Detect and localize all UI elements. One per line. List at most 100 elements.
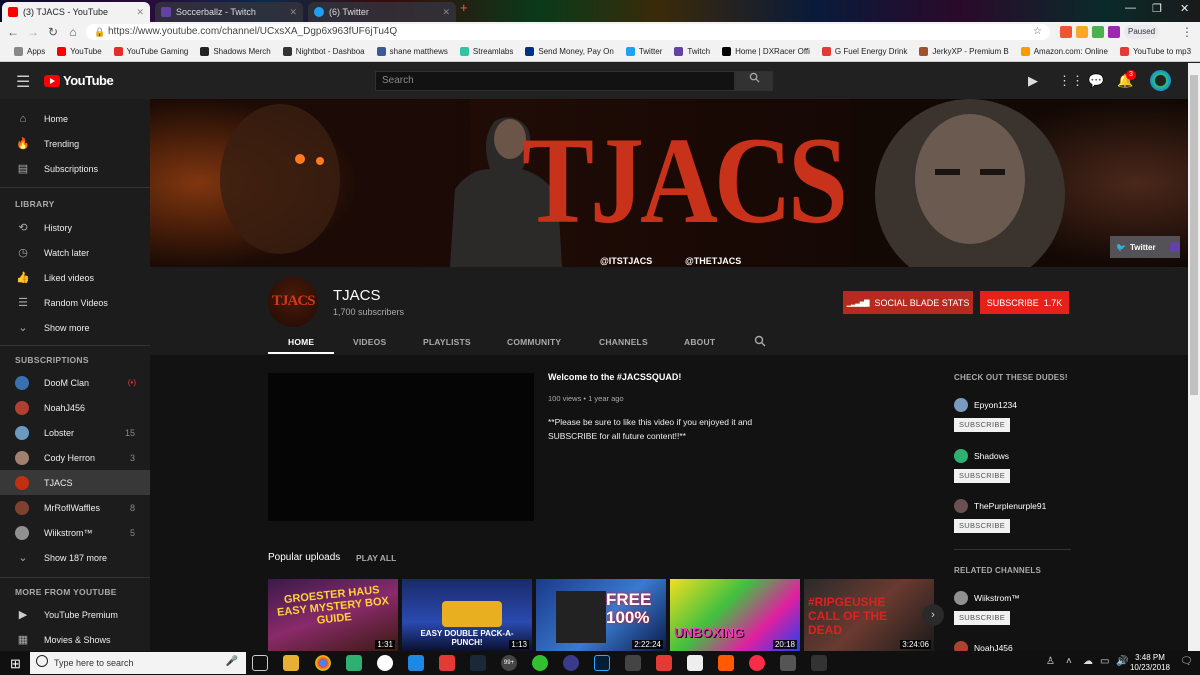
maximize-icon[interactable]: ❐ <box>1152 2 1162 15</box>
twitch-icon[interactable] <box>1169 242 1180 252</box>
close-icon[interactable]: ✕ <box>442 7 450 18</box>
app-icon[interactable] <box>625 655 641 671</box>
bookmark-item[interactable]: Twitch <box>668 47 716 56</box>
app-icon[interactable] <box>687 655 703 671</box>
subscribe-button[interactable]: SUBSCRIBE <box>954 418 1010 432</box>
mail-icon[interactable] <box>408 655 424 671</box>
video-thumbnail[interactable]: UNBOXING 20:18 <box>670 579 800 651</box>
tab-playlists[interactable]: PLAYLISTS <box>423 337 471 347</box>
microphone-icon[interactable]: 🎤 <box>226 656 238 667</box>
bookmark-item[interactable]: Nightbot - Dashboa <box>277 47 371 56</box>
url-field[interactable]: 🔒 https://www.youtube.com/channel/UCxsXA… <box>86 24 1050 40</box>
featured-video-player[interactable] <box>268 373 534 521</box>
video-thumbnail[interactable]: EASY DOUBLE PACK-A-PUNCH! 1:13 <box>402 579 532 651</box>
tab-youtube[interactable]: (3) TJACS - YouTube ✕ <box>2 2 150 22</box>
channel-name[interactable]: Shadows <box>974 451 1009 461</box>
chevron-up-icon[interactable]: ˄ <box>1066 656 1072 667</box>
channel-search-icon[interactable] <box>754 335 766 347</box>
sidebar-subscription-item[interactable]: Cody Herron 3 <box>0 445 150 470</box>
volume-icon[interactable]: 🔊 <box>1116 656 1128 667</box>
extension-icon[interactable] <box>1092 26 1104 38</box>
bookmark-item[interactable]: JerkyXP - Premium B <box>913 47 1014 56</box>
sidebar-item-watch-later[interactable]: ◷ Watch later <box>0 240 150 265</box>
sidebar-subscription-item[interactable]: TJACS <box>0 470 150 495</box>
menu-icon[interactable]: ⋮ <box>1180 25 1194 39</box>
social-blade-button[interactable]: ▁▂▃▅▇ SOCIAL BLADE STATS <box>843 291 973 314</box>
app-icon[interactable] <box>718 655 734 671</box>
task-view-icon[interactable] <box>252 655 268 671</box>
tab-twitch[interactable]: Soccerballz - Twitch ✕ <box>155 2 303 22</box>
bookmark-item[interactable]: G Fuel Energy Drink <box>816 47 913 56</box>
sidebar-item-movies[interactable]: ▦ Movies & Shows <box>0 627 150 651</box>
hamburger-menu-icon[interactable]: ☰ <box>16 72 30 92</box>
carousel-next-button[interactable]: › <box>922 604 944 626</box>
sidebar-subscription-item[interactable]: DooM Clan (•) <box>0 370 150 395</box>
epic-games-icon[interactable] <box>811 655 827 671</box>
tab-home[interactable]: HOME <box>288 337 314 347</box>
upload-video-icon[interactable]: ▶ <box>1028 73 1038 89</box>
avatar[interactable] <box>954 591 968 605</box>
video-thumbnail[interactable]: FREE 100% 2:22:24 <box>536 579 666 651</box>
tab-community[interactable]: COMMUNITY <box>507 337 561 347</box>
profile-status[interactable]: Paused <box>1124 25 1160 39</box>
search-input[interactable]: Search <box>375 71 735 91</box>
video-thumbnail[interactable]: GROESTER HAUS EASY MYSTERY BOX GUIDE 1:3… <box>268 579 398 651</box>
avatar[interactable] <box>954 499 968 513</box>
sidebar-subscription-item[interactable]: NoahJ456 <box>0 395 150 420</box>
close-icon[interactable]: ✕ <box>136 7 144 18</box>
play-all-button[interactable]: PLAY ALL <box>356 553 396 563</box>
bookmark-item[interactable]: YouTube to mp3 <box>1114 47 1197 56</box>
windows-start-icon[interactable]: ⊞ <box>10 656 21 672</box>
notification-count-icon[interactable]: 99+ <box>501 655 517 671</box>
bookmark-item[interactable]: Shadows Merch <box>194 47 276 56</box>
sidebar-subscription-item[interactable]: Wiikstrom™ 5 <box>0 520 150 545</box>
subscribe-button[interactable]: SUBSCRIBE <box>954 611 1010 625</box>
apps-grid-icon[interactable]: ⋮⋮ <box>1058 73 1084 89</box>
obs-icon[interactable] <box>377 655 393 671</box>
sidebar-item-random-videos[interactable]: ☰ Random Videos <box>0 290 150 315</box>
sidebar-subscription-item[interactable]: Lobster 15 <box>0 420 150 445</box>
subscribe-button[interactable]: SUBSCRIBE 1.7K <box>980 291 1069 314</box>
sidebar-item-history[interactable]: ⟲ History <box>0 215 150 240</box>
bookmark-item[interactable]: shane matthews <box>371 47 454 56</box>
search-button[interactable] <box>735 71 773 91</box>
tab-videos[interactable]: VIDEOS <box>353 337 386 347</box>
youtube-logo[interactable]: YouTube <box>44 73 114 88</box>
sidebar-subscription-item[interactable]: MrRoflWaffles 8 <box>0 495 150 520</box>
avatar[interactable] <box>954 398 968 412</box>
channel-avatar[interactable]: TJACS <box>268 277 318 327</box>
channel-name[interactable]: Wiikstrom™ <box>974 593 1020 603</box>
subscribe-button[interactable]: SUBSCRIBE <box>954 519 1010 533</box>
sidebar-item-youtube-premium[interactable]: ▶ YouTube Premium <box>0 602 150 627</box>
extension-icon[interactable] <box>1108 26 1120 38</box>
bookmark-item[interactable]: Twitter <box>620 47 669 56</box>
sidebar-item-subscriptions[interactable]: ▤ Subscriptions <box>0 156 150 181</box>
home-icon[interactable]: ⌂ <box>66 25 80 39</box>
app-icon[interactable] <box>780 655 796 671</box>
tab-channels[interactable]: CHANNELS <box>599 337 648 347</box>
taskbar-search-input[interactable]: Type here to search 🎤 <box>30 652 246 674</box>
reload-icon[interactable]: ↻ <box>46 25 60 39</box>
avatar[interactable] <box>954 449 968 463</box>
app-icon[interactable] <box>346 655 362 671</box>
itunes-icon[interactable] <box>749 655 765 671</box>
taskbar-clock[interactable]: 3:48 PM 10/23/2018 <box>1128 653 1172 673</box>
sidebar-item-liked-videos[interactable]: 👍 Liked videos <box>0 265 150 290</box>
twitter-link[interactable]: 🐦 Twitter <box>1110 236 1180 258</box>
video-thumbnail[interactable]: #RIPGEUSHE CALL OF THE DEAD 3:24:06 <box>804 579 934 651</box>
channel-name[interactable]: ThePurplenurple91 <box>974 501 1046 511</box>
bookmark-item[interactable]: YouTube Gaming <box>108 47 195 56</box>
bookmark-item[interactable]: Apps <box>8 47 51 56</box>
new-tab-button[interactable]: + <box>460 0 468 15</box>
minimize-icon[interactable]: — <box>1125 2 1136 14</box>
forward-icon[interactable]: → <box>26 25 40 39</box>
popular-uploads-heading[interactable]: Popular uploads <box>268 552 340 563</box>
bookmark-item[interactable]: YouTube <box>51 47 107 56</box>
close-icon[interactable]: ✕ <box>289 7 297 18</box>
extension-icon[interactable] <box>1076 26 1088 38</box>
steam-icon[interactable] <box>470 655 486 671</box>
window-close-icon[interactable]: ✕ <box>1180 2 1189 15</box>
photoshop-icon[interactable] <box>594 655 610 671</box>
page-scrollbar[interactable] <box>1188 63 1200 651</box>
bookmark-item[interactable]: Send Money, Pay On <box>519 47 619 56</box>
